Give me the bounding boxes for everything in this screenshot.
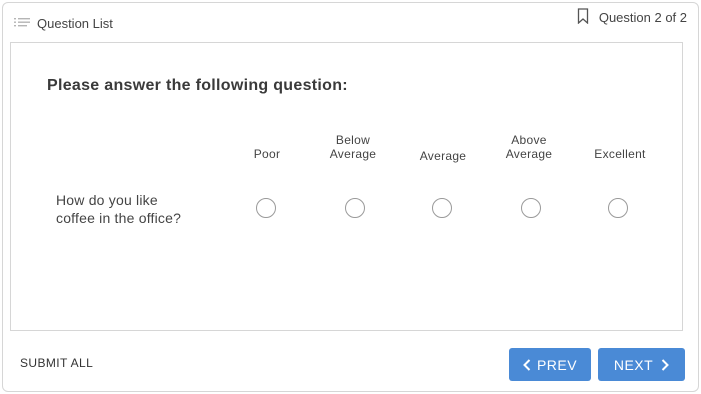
bookmark-icon[interactable] bbox=[577, 7, 589, 24]
progress-indicator: Question 2 of 2 bbox=[577, 7, 687, 25]
question-title: Please answer the following question: bbox=[47, 77, 348, 94]
radio-above-average[interactable] bbox=[521, 198, 541, 218]
list-icon bbox=[14, 17, 30, 26]
radio-excellent[interactable] bbox=[608, 198, 628, 218]
progress-label: Question 2 of 2 bbox=[598, 10, 687, 25]
chevron-right-icon bbox=[661, 358, 670, 371]
submit-all-button[interactable]: SUBMIT ALL bbox=[20, 356, 93, 370]
column-header-below-average: Below Average bbox=[329, 133, 377, 161]
radio-average[interactable] bbox=[432, 198, 452, 218]
column-header-above-average: Above Average bbox=[505, 133, 553, 161]
next-label: NEXT bbox=[613, 356, 654, 373]
column-header-poor: Poor bbox=[253, 147, 281, 161]
prev-label: PREV bbox=[536, 356, 578, 373]
question-panel: Please answer the following question: Po… bbox=[10, 42, 683, 331]
radio-below-average[interactable] bbox=[345, 198, 365, 218]
column-header-excellent: Excellent bbox=[594, 147, 646, 161]
column-header-average: Average bbox=[419, 149, 467, 163]
chevron-left-icon bbox=[523, 358, 531, 371]
question-list-label: Question List bbox=[37, 16, 113, 31]
next-button[interactable]: NEXT bbox=[598, 348, 685, 381]
row-label: How do you like coffee in the office? bbox=[56, 192, 182, 226]
question-list-toggle[interactable]: Question List bbox=[14, 16, 113, 31]
prev-button[interactable]: PREV bbox=[509, 348, 591, 381]
radio-poor[interactable] bbox=[256, 198, 276, 218]
